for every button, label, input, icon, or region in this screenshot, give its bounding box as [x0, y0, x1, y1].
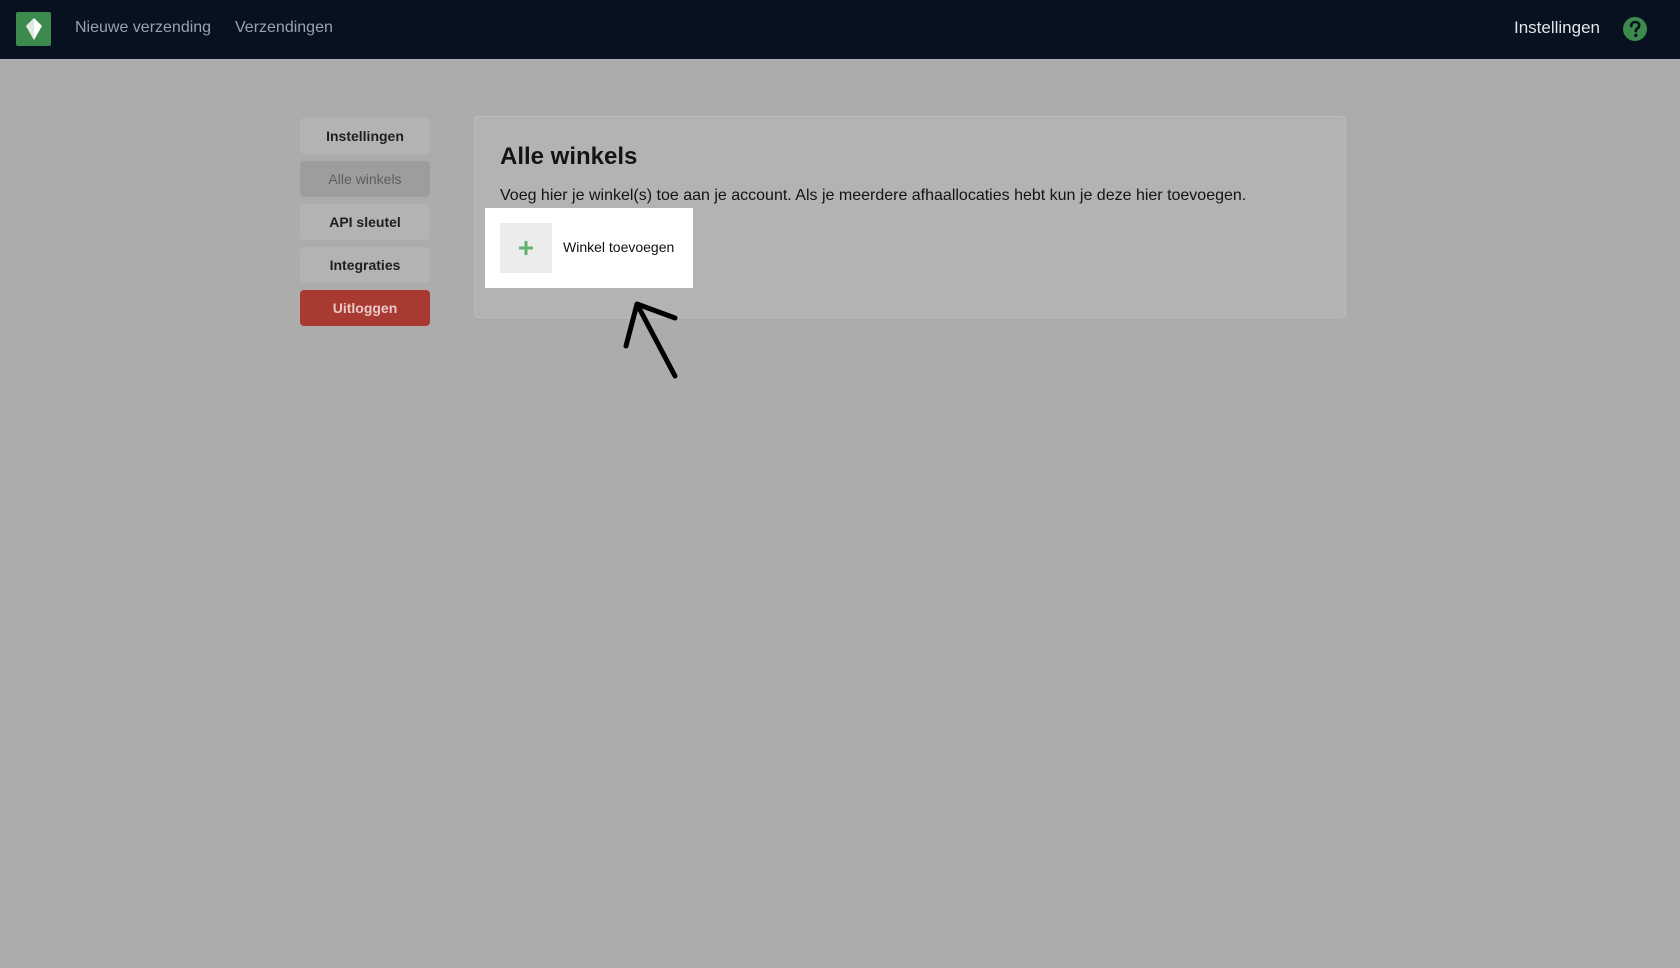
sidebar-item-api-sleutel[interactable]: API sleutel	[300, 204, 430, 240]
sidebar-item-alle-winkels[interactable]: Alle winkels	[300, 161, 430, 197]
add-store-label[interactable]: Winkel toevoegen	[563, 239, 674, 255]
sidebar-item-integraties[interactable]: Integraties	[300, 247, 430, 283]
top-navigation-bar: Nieuwe verzending Verzendingen Instellin…	[0, 0, 1680, 59]
nav-link-instellingen[interactable]: Instellingen	[1514, 18, 1600, 38]
page-description: Voeg hier je winkel(s) toe aan je accoun…	[500, 187, 1247, 204]
logout-button[interactable]: Uitloggen	[300, 290, 430, 326]
help-icon[interactable]	[1622, 16, 1648, 42]
logo-icon[interactable]	[16, 12, 51, 46]
sidebar-item-instellingen[interactable]: Instellingen	[300, 118, 430, 154]
nav-link-nieuwe-verzending[interactable]: Nieuwe verzending	[75, 19, 211, 37]
arrow-pointer-icon	[623, 301, 678, 379]
plus-icon[interactable]	[500, 223, 552, 273]
nav-link-verzendingen[interactable]: Verzendingen	[235, 19, 333, 37]
add-store-button[interactable]: Winkel toevoegen	[485, 208, 693, 288]
page-title: Alle winkels	[500, 143, 638, 170]
